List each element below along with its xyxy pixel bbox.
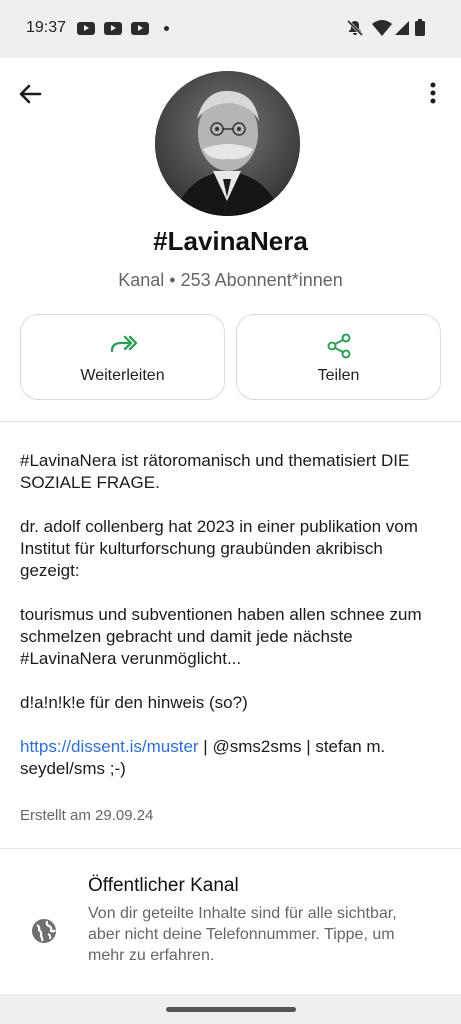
dot-icon	[164, 26, 169, 31]
divider	[0, 421, 461, 422]
share-button[interactable]: Teilen	[236, 314, 441, 400]
arrow-left-icon[interactable]	[16, 80, 44, 108]
share-button-label: Teilen	[317, 367, 360, 384]
channel-avatar[interactable]	[155, 71, 300, 216]
description-paragraph: https://dissent.is/muster | @sms2sms | s…	[20, 736, 445, 780]
description-paragraph: tourismus und subventionen haben allen s…	[20, 605, 422, 668]
description-paragraph: #LavinaNera ist rätoromanisch und themat…	[20, 451, 410, 492]
share-icon	[327, 333, 350, 359]
description-link[interactable]: https://dissent.is/muster	[20, 737, 199, 756]
globe-icon	[32, 919, 56, 943]
battery-icon	[415, 19, 425, 36]
forward-button-label: Weiterleiten	[80, 367, 165, 384]
description-paragraph: d!a!n!k!e für den hinweis (so?)	[20, 693, 248, 712]
public-channel-title[interactable]: Öffentlicher Kanal	[88, 875, 239, 897]
forward-button[interactable]: Weiterleiten	[20, 314, 225, 400]
status-bar: 19:37	[0, 0, 461, 58]
youtube-icon	[77, 22, 95, 35]
status-time: 19:37	[26, 19, 67, 36]
home-gesture-handle[interactable]	[166, 1007, 296, 1012]
wifi-icon	[372, 20, 392, 36]
public-channel-text[interactable]: Von dir geteilte Inhalte sind für alle s…	[88, 903, 408, 966]
forward-icon	[110, 335, 137, 353]
navigation-bar	[0, 994, 461, 1024]
signal-icon	[395, 21, 409, 35]
channel-subtitle: Kanal • 253 Abonnent*innen	[118, 270, 343, 290]
description-paragraph: dr. adolf collenberg hat 2023 in einer p…	[20, 517, 418, 580]
youtube-icon	[131, 22, 149, 35]
mute-icon	[346, 19, 364, 37]
youtube-icon	[104, 22, 122, 35]
more-vertical-icon[interactable]	[424, 80, 442, 106]
divider	[0, 848, 461, 849]
channel-description: #LavinaNera ist rätoromanisch und themat…	[20, 450, 445, 802]
created-date: Erstellt am 29.09.24	[20, 807, 154, 824]
channel-name: #LavinaNera	[153, 226, 308, 256]
